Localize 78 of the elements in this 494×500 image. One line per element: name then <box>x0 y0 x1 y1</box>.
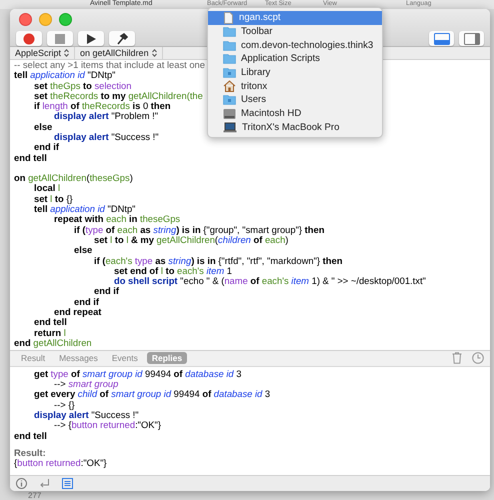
code-line: end tell <box>33 317 67 328</box>
code-line: tell application id "DNtp" <box>14 70 116 81</box>
updown-icon <box>64 48 70 57</box>
compile-button[interactable] <box>109 31 135 46</box>
menu-item[interactable]: Users <box>208 93 382 107</box>
log-line: get type of smart group id 99494 of database id 3 <box>33 368 242 380</box>
log-line: end tell <box>14 430 47 441</box>
folder-icon <box>223 94 236 106</box>
laptop-icon <box>223 122 237 133</box>
code-line: end if <box>33 142 59 153</box>
popup-selector[interactable]: AppleScript <box>10 47 76 59</box>
zoom-button[interactable] <box>59 13 72 26</box>
log-pane-button[interactable] <box>429 31 454 46</box>
menu-item[interactable]: tritonx <box>208 79 382 94</box>
drive-icon <box>223 108 236 120</box>
code-line: return l <box>33 328 66 338</box>
code-line: set end of l to each's item 1 <box>113 266 232 276</box>
menu-item[interactable]: Application Scripts <box>208 52 382 66</box>
code-line: local l <box>34 183 60 194</box>
code-line: end if <box>73 296 99 308</box>
stop-button[interactable] <box>47 31 73 46</box>
code-line: do shell script "echo " & (name of each's item 1) & " >> ~/desktop/001.txt" <box>113 276 426 286</box>
sidebar-button[interactable] <box>459 31 484 46</box>
side-panel-icon <box>464 32 480 44</box>
list-icon[interactable] <box>62 478 73 490</box>
stop-icon <box>54 32 66 44</box>
log-line: --> smart group <box>54 379 118 390</box>
code-line: end if <box>93 286 119 297</box>
menu-item[interactable]: ngan.scpt <box>208 11 382 25</box>
bottom-panel-icon <box>434 32 450 44</box>
code-line: if (each's type as string) is in {"rtfd", "rtf", "markdown"} then <box>93 256 342 266</box>
clock-icon[interactable] <box>472 352 484 364</box>
code-line: end getAllChildren <box>14 338 92 348</box>
record-button[interactable] <box>16 31 42 46</box>
info-icon[interactable] <box>16 478 27 490</box>
menu-item[interactable]: Library <box>208 66 382 80</box>
log-line: display alert "Success !" <box>33 410 139 420</box>
code-line: else <box>73 245 92 256</box>
home-icon <box>223 80 236 92</box>
code-line: set theGps to selection <box>34 80 132 91</box>
menu-item[interactable]: Toolbar <box>208 24 382 38</box>
trash-icon[interactable] <box>452 352 462 364</box>
code-line: set l to l & my getAllChildren(children of each) <box>94 234 288 246</box>
minimize-button[interactable] <box>39 13 52 26</box>
run-button[interactable] <box>78 31 104 46</box>
menu-item[interactable]: Macintosh HD <box>208 106 382 120</box>
code-line: set theRecords to my getAllChildren(the <box>33 90 203 102</box>
menu-item[interactable]: TritonX's MacBook Pro <box>208 120 382 134</box>
result-value: {button returned:"OK"} <box>14 458 107 468</box>
updown-icon <box>152 48 157 57</box>
code-line: tell application id "DNtp" <box>33 204 136 214</box>
document-icon <box>223 12 234 24</box>
popup-selector[interactable]: on getAllChildren <box>75 47 163 59</box>
code-line: if length of theRecords is 0 then <box>33 101 171 112</box>
folder-icon <box>223 53 236 64</box>
code-line: if (type of each as string) is in {"group", "smart group"} then <box>74 224 324 235</box>
play-icon <box>85 32 97 44</box>
hammer-icon <box>116 32 128 44</box>
code-line: -- select any >1 items that include at least one <box>14 60 205 70</box>
record-icon <box>23 32 35 44</box>
folder-icon <box>223 40 236 51</box>
return-icon[interactable] <box>39 478 50 490</box>
log-line: --> {} <box>54 400 75 410</box>
log-line: get every child of smart group id 99494 of database id 3 <box>33 389 270 400</box>
code-line: end repeat <box>53 307 102 318</box>
code-line: display alert "Success !" <box>53 132 159 142</box>
log-line: --> {button returned:"OK"} <box>54 420 161 431</box>
result-label: Result: <box>14 448 46 458</box>
folder-icon <box>223 67 236 78</box>
menu-item[interactable]: com.devon-technologies.think3 <box>208 38 382 52</box>
code-line: display alert "Problem !" <box>54 111 158 122</box>
code-line: on getAllChildren(theseGps) <box>14 173 133 184</box>
code-line: else <box>33 122 52 132</box>
code-line: end tell <box>14 152 47 163</box>
code-line: repeat with each in theseGps <box>54 214 180 225</box>
close-button[interactable] <box>19 13 32 26</box>
line-number: 277 <box>28 491 42 500</box>
code-line: set l to {} <box>33 194 73 204</box>
